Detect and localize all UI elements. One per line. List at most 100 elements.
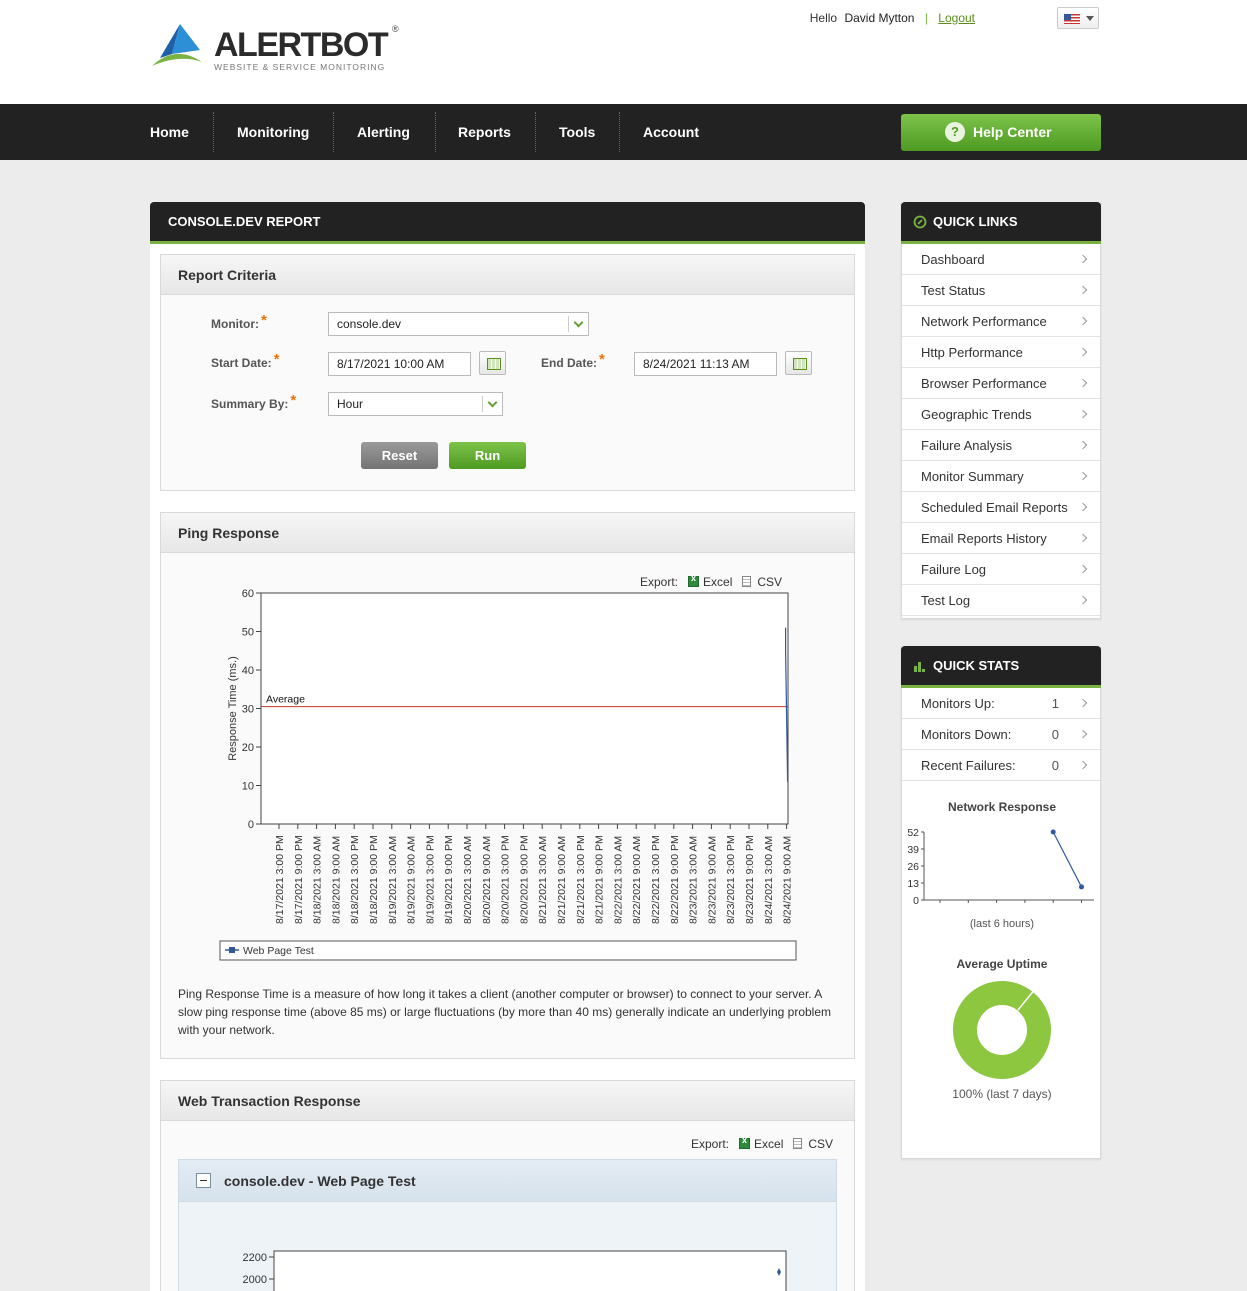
- quick-stat-row[interactable]: Monitors Up: 1: [902, 688, 1100, 719]
- csv-icon[interactable]: [793, 1138, 803, 1149]
- y-axis-label: Response Time (ms.): [227, 656, 239, 761]
- logo-mark-icon: [152, 24, 202, 66]
- x-tick-label: 8/23/2021 3:00 AM: [688, 836, 700, 924]
- quick-link-item[interactable]: Failure Log: [902, 554, 1100, 585]
- calendar-icon[interactable]: [479, 351, 506, 375]
- quick-stat-row[interactable]: Recent Failures: 0: [902, 750, 1100, 781]
- web-transaction-box: Web Transaction Response Export: Excel CSV…: [160, 1080, 855, 1291]
- language-selector[interactable]: [1057, 7, 1099, 29]
- monitor-subpanel-header[interactable]: console.dev - Web Page Test: [179, 1160, 836, 1202]
- monitor-subpanel-title: console.dev - Web Page Test: [224, 1173, 416, 1189]
- quick-stats-panel: QUICK STATS Monitors Up: 1 Monitors Down: 0…: [901, 646, 1101, 1159]
- calendar-icon[interactable]: [785, 351, 812, 375]
- logo-registered-mark: ®: [392, 24, 399, 34]
- quick-link-item[interactable]: Email Reports History: [902, 523, 1100, 554]
- nav-alerting[interactable]: Alerting: [357, 104, 410, 160]
- logout-link[interactable]: Logout: [938, 11, 975, 25]
- monitor-select-value: console.dev: [337, 317, 402, 331]
- quick-link-item[interactable]: Monitor Summary: [902, 461, 1100, 492]
- network-response-chart: 0 13 26 39 52: [907, 827, 1094, 907]
- start-date-label-text: Start Date:: [211, 356, 272, 370]
- quick-links-panel: QUICK LINKS Dashboard Test Status Network …: [901, 202, 1101, 619]
- help-center-button[interactable]: ? Help Center: [901, 114, 1101, 151]
- start-date-input[interactable]: 8/17/2021 10:00 AM: [328, 352, 471, 376]
- uptime-slice: [953, 981, 1051, 1079]
- x-tick-label: 8/20/2021 3:00 AM: [462, 836, 474, 924]
- nav-divider: [213, 112, 214, 152]
- y-tick-label: 10: [242, 781, 254, 793]
- quick-link-label: Scheduled Email Reports: [921, 500, 1068, 515]
- required-mark: *: [290, 392, 297, 409]
- quick-link-item[interactable]: Dashboard: [902, 244, 1100, 275]
- quick-stat-row[interactable]: Monitors Down: 0: [902, 719, 1100, 750]
- ping-response-title: Ping Response: [161, 513, 854, 553]
- compass-icon: [913, 215, 927, 229]
- series-line: [1052, 831, 1083, 888]
- quick-link-label: Failure Analysis: [921, 438, 1013, 453]
- y-tick-label: 20: [242, 742, 254, 754]
- x-tick-label: 8/23/2021 9:00 PM: [744, 835, 756, 924]
- quick-link-item[interactable]: Failure Analysis: [902, 430, 1100, 461]
- quick-link-item[interactable]: Test Log: [902, 585, 1100, 616]
- excel-icon[interactable]: [739, 1135, 751, 1149]
- quick-links-header: QUICK LINKS: [901, 202, 1101, 244]
- x-tick-label: 8/18/2021 3:00 AM: [312, 836, 324, 924]
- collapse-icon[interactable]: [196, 1173, 211, 1188]
- chevron-right-icon: [1078, 316, 1088, 326]
- reset-button[interactable]: Reset: [361, 442, 438, 469]
- y-tick-label: 0: [913, 895, 919, 907]
- chevron-down-icon: [482, 396, 502, 412]
- end-date-label-text: End Date:: [541, 356, 598, 370]
- end-date-label: End Date: *: [541, 351, 605, 371]
- quick-link-item[interactable]: Browser Performance: [902, 368, 1100, 399]
- monitor-select[interactable]: console.dev: [328, 312, 589, 336]
- average-uptime-title: Average Uptime: [956, 957, 1048, 971]
- plot-area: [260, 592, 789, 825]
- summary-by-label: Summary By: *: [211, 392, 297, 412]
- quick-link-label: Geographic Trends: [921, 407, 1032, 422]
- x-tick-label: 8/18/2021 9:00 AM: [330, 836, 342, 924]
- nav-monitoring[interactable]: Monitoring: [237, 104, 309, 160]
- required-mark: *: [260, 312, 267, 329]
- nav-tools[interactable]: Tools: [559, 104, 595, 160]
- web-export: Export: Excel CSV: [691, 1135, 833, 1151]
- nav-reports[interactable]: Reports: [458, 104, 511, 160]
- summary-by-label-text: Summary By:: [211, 397, 289, 411]
- main-nav: Home Monitoring Alerting Reports Tools A…: [0, 104, 1247, 160]
- quick-link-label: Network Performance: [921, 314, 1047, 329]
- x-tick-label: 8/19/2021 3:00 AM: [387, 836, 399, 924]
- x-tick-label: 8/20/2021 9:00 AM: [481, 836, 493, 924]
- summary-by-select[interactable]: Hour: [328, 392, 503, 416]
- export-csv-link[interactable]: CSV: [808, 1137, 833, 1151]
- nav-account[interactable]: Account: [643, 104, 699, 160]
- ping-description: Ping Response Time is a measure of how l…: [178, 987, 831, 1037]
- nav-divider: [619, 112, 620, 152]
- quick-link-item[interactable]: Network Performance: [902, 306, 1100, 337]
- quick-links-list: Dashboard Test Status Network Performance H…: [902, 244, 1100, 616]
- x-tick-label: 8/21/2021 9:00 PM: [594, 835, 606, 924]
- alertbot-logo[interactable]: ALERTBOT ® WEBSITE & SERVICE MONITORING: [150, 22, 410, 77]
- quick-stat-value: 0: [1051, 727, 1059, 742]
- legend-marker: [229, 947, 235, 953]
- y-tick-label: 39: [907, 844, 919, 856]
- x-tick-label: 8/23/2021 3:00 PM: [725, 835, 737, 924]
- quick-stats-list: Monitors Up: 1 Monitors Down: 0 Recent Failu…: [902, 688, 1100, 781]
- x-tick-label: 8/21/2021 3:00 AM: [537, 836, 549, 924]
- user-bar-separator: |: [924, 11, 928, 25]
- quick-link-item[interactable]: Scheduled Email Reports: [902, 492, 1100, 523]
- end-date-input[interactable]: 8/24/2021 11:13 AM: [634, 352, 777, 376]
- quick-link-item[interactable]: Http Performance: [902, 337, 1100, 368]
- run-button[interactable]: Run: [449, 442, 526, 469]
- quick-stat-value: 0: [1051, 758, 1059, 773]
- chevron-right-icon: [1078, 564, 1088, 574]
- chevron-right-icon: [1078, 533, 1088, 543]
- nav-home[interactable]: Home: [150, 104, 189, 160]
- quick-link-item[interactable]: Test Status: [902, 275, 1100, 306]
- quick-link-item[interactable]: Geographic Trends: [902, 399, 1100, 430]
- export-excel-link[interactable]: Excel: [754, 1137, 783, 1151]
- ping-response-chart: 0 10 20 30 40 50 60 Response Time (ms.) 8/17/202…: [219, 588, 797, 961]
- y-tick-label: 52: [907, 827, 919, 839]
- quick-stats-header: QUICK STATS: [901, 646, 1101, 688]
- report-panel: CONSOLE.DEV REPORT Report Criteria Monit…: [150, 202, 865, 1291]
- y-tick-label: 2200: [243, 1252, 267, 1264]
